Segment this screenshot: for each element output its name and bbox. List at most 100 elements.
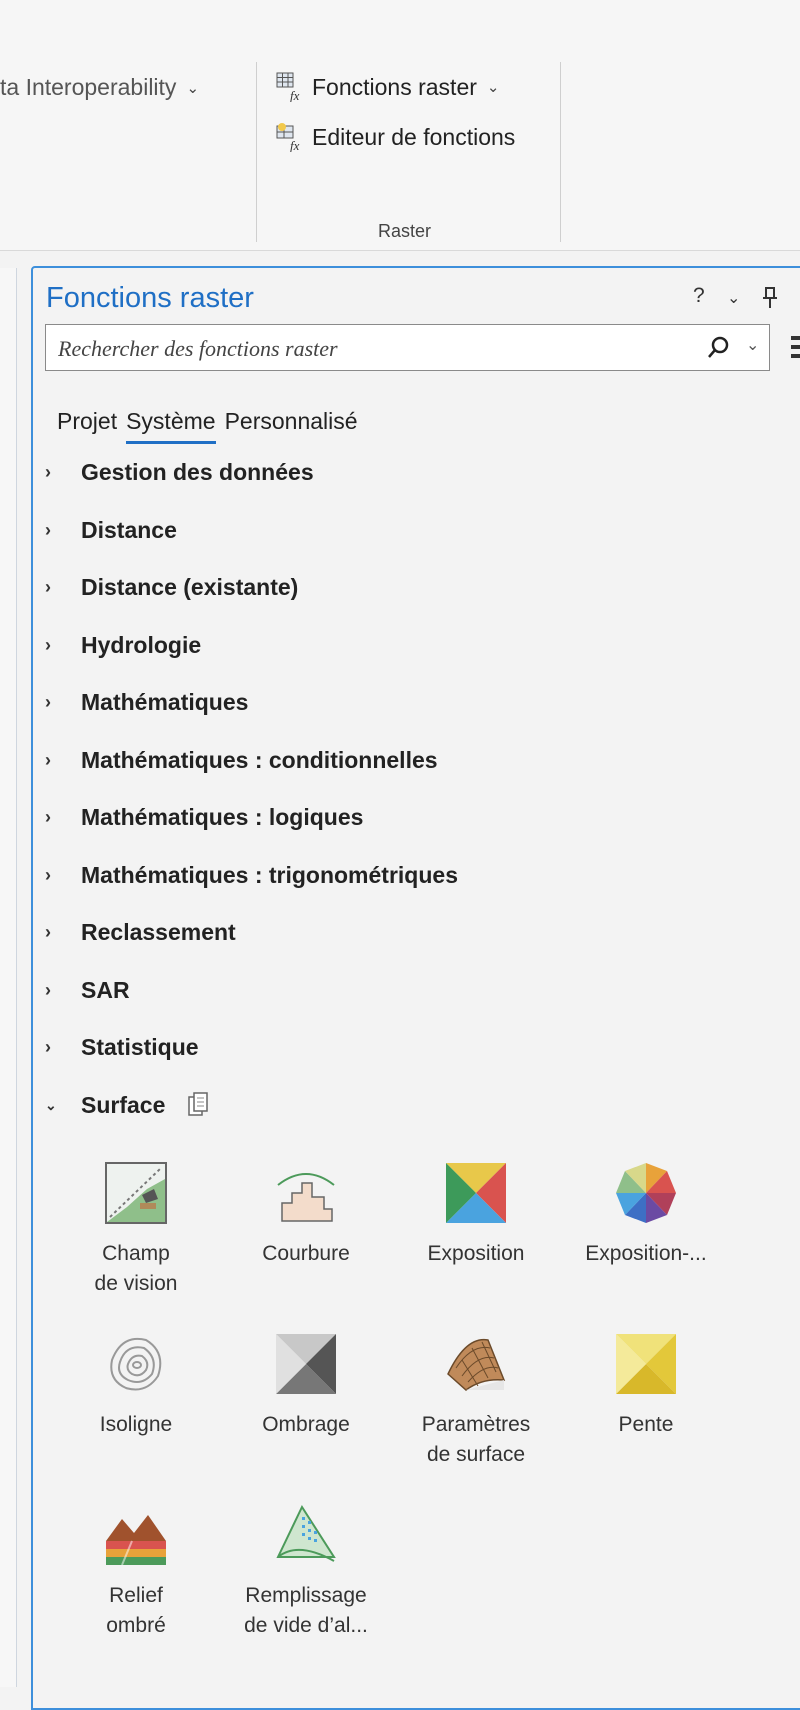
search-input[interactable] [56,325,680,372]
category-label: Surface [81,1091,166,1118]
category-item[interactable]: › Gestion des données [43,444,800,502]
chevron-right-icon: › [45,979,51,1000]
pane-options-chevron-icon[interactable]: ⌄ [727,288,740,308]
void-fill-icon [276,1504,336,1562]
editeur-fonctions-label: Editeur de fonctions [312,123,516,150]
category-item[interactable]: › Mathématiques : logiques [43,789,800,847]
aspect-slope-icon [616,1163,676,1223]
tool-label-line1: Remplissage [245,1584,367,1607]
fonctions-raster-label: Fonctions raster [312,73,477,100]
tab-systeme[interactable]: Système [126,408,216,444]
tab-projet[interactable]: Projet [57,408,117,444]
menu-icon[interactable] [791,336,800,360]
tool-ombrage[interactable]: Ombrage [221,1330,391,1440]
function-editor-icon: fx [276,123,300,152]
category-item[interactable]: › Mathématiques [43,674,800,732]
tool-label-line1: Pente [618,1413,674,1436]
chevron-right-icon: › [45,577,51,598]
surface-parameters-icon [447,1338,506,1391]
pin-icon[interactable] [761,286,779,310]
category-label: Gestion des données [81,459,314,486]
chevron-right-icon: › [45,462,51,483]
chevron-right-icon: › [45,749,51,770]
chevron-down-icon: ⌄ [45,1096,57,1113]
contour-icon [110,1338,162,1391]
category-item[interactable]: › Mathématiques : trigonométriques [43,847,800,905]
tool-relief-ombre[interactable]: Relief ombré [51,1501,221,1641]
hillshade-icon [276,1334,336,1394]
chevron-right-icon: › [45,692,51,713]
category-item-surface[interactable]: ⌄ Surface [43,1077,800,1135]
category-label: Hydrologie [81,631,202,658]
tool-exposition-pente[interactable]: Exposition-... [561,1159,731,1269]
ribbon-divider [0,250,800,251]
slope-icon [616,1334,676,1394]
category-label: Mathématiques : conditionnelles [81,746,438,773]
tab-personnalise[interactable]: Personnalisé [225,408,358,444]
shaded-relief-icon [106,1515,166,1566]
chevron-right-icon: › [45,864,51,885]
tool-label-line1: Isoligne [99,1413,173,1436]
raster-functions-pane: Fonctions raster ? ⌄ ⌄ Projet Système Pe… [31,266,800,1710]
ribbon-group-separator [560,62,561,242]
chevron-down-icon: ⌄ [486,79,500,96]
category-label: SAR [81,976,130,1003]
ribbon: ta Interoperability ⌄ fx Fonctions raste… [0,0,800,250]
search-options-chevron-icon[interactable]: ⌄ [746,335,759,355]
category-item[interactable]: › Statistique [43,1019,800,1077]
ribbon-group-separator [256,62,257,242]
category-label: Mathématiques : trigonométriques [81,861,458,888]
tool-label-line1: Exposition [427,1242,525,1265]
tool-label-line2: de vide d’al... [244,1614,368,1637]
tab-bar: Projet Système Personnalisé [57,408,367,444]
category-label: Distance [81,516,177,543]
tool-label-line1: Relief [109,1584,163,1607]
category-item[interactable]: › Mathématiques : conditionnelles [43,732,800,790]
data-interoperability-label: ta Interoperability [0,74,177,100]
category-label: Reclassement [81,919,236,946]
tool-label-line2: de surface [426,1443,526,1466]
category-item[interactable]: › Reclassement [43,904,800,962]
fonctions-raster-button[interactable]: fx Fonctions raster ⌄ [276,72,499,102]
chevron-right-icon: › [45,807,51,828]
pane-title: Fonctions raster [46,282,254,314]
tool-label-line2: ombré [106,1614,166,1637]
svg-text:fx: fx [290,138,300,152]
tool-remplissage-de-vide[interactable]: Remplissage de vide d’al... [221,1501,391,1641]
help-icon[interactable]: ? [693,284,705,308]
tool-label-line1: Ombrage [262,1413,350,1436]
chevron-down-icon: ⌄ [186,79,200,97]
viewshed-icon [105,1162,167,1224]
curvature-icon [277,1173,335,1222]
svg-text:fx: fx [290,88,300,102]
chevron-right-icon: › [45,519,51,540]
tool-isoligne[interactable]: Isoligne [51,1330,221,1440]
search-icon[interactable] [706,335,732,361]
editeur-fonctions-button[interactable]: fx Editeur de fonctions [276,122,515,152]
tool-label-line1: Champ [102,1242,170,1265]
tool-courbure[interactable]: Courbure [221,1159,391,1269]
tool-parametres-de-surface[interactable]: Paramètres de surface [391,1330,561,1470]
category-item[interactable]: › Distance [43,502,800,560]
left-pane-edge [0,268,17,1687]
tool-champ-de-vision[interactable]: Champ de vision [51,1159,221,1299]
category-label: Distance (existante) [81,574,299,601]
category-list: › Gestion des données › Distance › Distance… [43,444,800,1134]
chevron-right-icon: › [45,1037,51,1058]
tool-exposition[interactable]: Exposition [391,1159,561,1269]
raster-function-icon: fx [276,72,300,102]
category-item[interactable]: › SAR [43,962,800,1020]
copy-icon[interactable] [187,1092,209,1118]
category-item[interactable]: › Hydrologie [43,617,800,675]
category-item[interactable]: › Distance (existante) [43,559,800,617]
raster-group-label: Raster [378,221,432,241]
chevron-right-icon: › [45,634,51,655]
tool-label-line1: Exposition-... [585,1242,707,1265]
category-label: Statistique [81,1034,199,1061]
category-label: Mathématiques [81,689,249,716]
data-interoperability-button[interactable]: ta Interoperability ⌄ [0,74,199,101]
tool-label-line1: Paramètres [421,1413,531,1436]
aspect-icon [446,1163,506,1223]
tool-pente[interactable]: Pente [561,1330,731,1440]
chevron-right-icon: › [45,922,51,943]
